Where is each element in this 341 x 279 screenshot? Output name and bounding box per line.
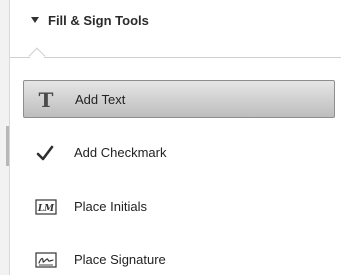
fill-sign-tools-pane: Fill & Sign Tools T Add Text Add Checkma… [0, 0, 341, 275]
text-T-icon: T [38, 88, 54, 112]
place-initials-label: Place Initials [74, 199, 147, 214]
initials-icon: LM [35, 197, 57, 217]
place-signature-label: Place Signature [74, 252, 166, 267]
section-divider [10, 57, 341, 58]
tools-panel: Fill & Sign Tools T Add Text Add Checkma… [10, 0, 341, 275]
left-scrollbar-gutter [0, 0, 10, 275]
expand-triangle-icon[interactable] [31, 17, 39, 23]
add-checkmark-tool[interactable]: Add Checkmark [23, 134, 335, 172]
fill-sign-tools-header[interactable]: Fill & Sign Tools [10, 0, 341, 52]
place-signature-tool[interactable]: Place Signature [23, 241, 335, 279]
section-title: Fill & Sign Tools [48, 13, 149, 28]
scrollbar-thumb[interactable] [6, 126, 9, 166]
checkmark-icon [35, 143, 55, 163]
add-text-tool[interactable]: T Add Text [23, 80, 335, 118]
signature-icon [35, 250, 57, 270]
initials-glyph: LM [37, 204, 55, 214]
add-text-label: Add Text [75, 92, 126, 107]
place-initials-tool[interactable]: LM Place Initials [23, 188, 335, 226]
add-checkmark-label: Add Checkmark [74, 145, 167, 160]
